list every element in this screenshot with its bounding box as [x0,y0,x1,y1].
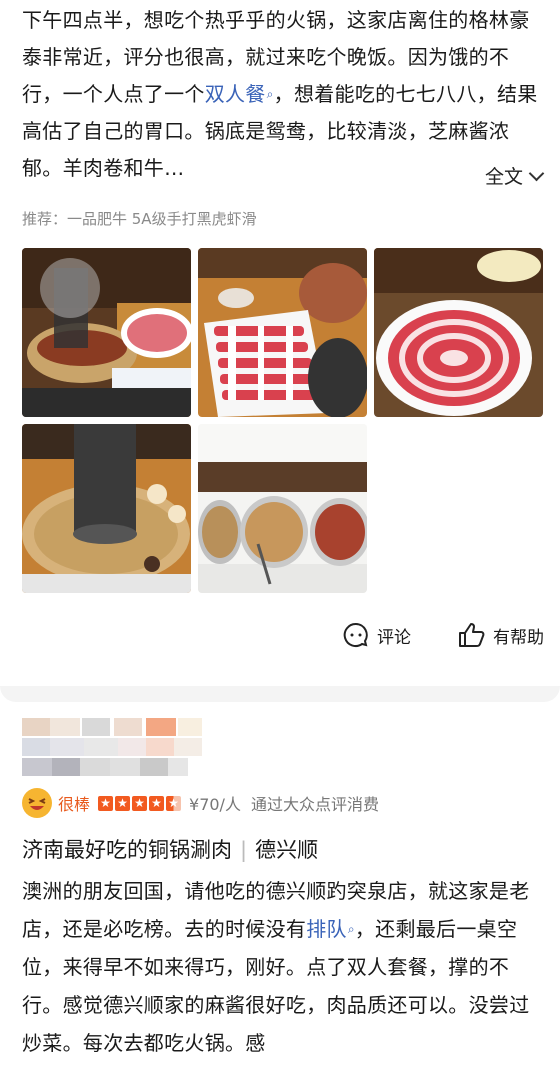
thumbs-up-icon [459,623,485,647]
review-photo[interactable] [374,248,543,417]
star-icon: ★ [149,795,165,811]
search-icon: ⌕ [347,922,355,936]
rating-badge: 很棒 [58,795,91,814]
keyword-link[interactable]: 排队⌕ [306,917,355,941]
review-title: 济南最好吃的铜锅涮肉 | 德兴顺 [22,838,319,862]
review-photo[interactable] [22,248,191,417]
rating-row: 很棒 ★ ★ ★ ★ ★ ¥70/人 通过大众点评消费 [22,788,379,818]
review-body: 下午四点半，想吃个热乎乎的火锅，这家店离住的格林豪泰非常近，评分也很高，就过来吃… [22,2,542,187]
review-body: 澳洲的朋友回国，请他吃的德兴顺趵突泉店，就这家是老店，还是必吃榜。去的时候没有排… [22,879,530,1055]
review-photo[interactable] [198,248,367,417]
recommended-dishes: 推荐：一品肥牛 5A级手打黑虎虾滑 [22,210,257,228]
half-star-icon: ★ [166,795,182,811]
review-actions: 评论 有帮助 [343,622,544,648]
star-icon: ★ [115,795,131,811]
consumption-source: 通过大众点评消费 [250,795,379,814]
star-icon: ★ [132,795,148,811]
expand-full-text-button[interactable]: 全文 [485,162,545,189]
comment-icon [343,622,368,647]
review-photo[interactable] [22,424,191,593]
price-per-person: ¥70/人 [189,795,241,814]
section-divider [0,686,560,702]
avatar [22,718,202,776]
chevron-down-icon [528,165,545,182]
star-rating: ★ ★ ★ ★ ★ [98,795,182,811]
helpful-button[interactable]: 有帮助 [457,622,544,648]
comment-button[interactable]: 评论 [343,622,411,648]
star-icon: ★ [98,795,114,811]
smile-emoji-icon [22,788,52,818]
review-photo[interactable] [198,424,367,593]
keyword-link[interactable]: 双人餐⌕ [205,82,274,106]
review-card-1: 下午四点半，想吃个热乎乎的火锅，这家店离住的格林豪泰非常近，评分也很高，就过来吃… [0,2,560,702]
search-icon: ⌕ [266,87,274,101]
